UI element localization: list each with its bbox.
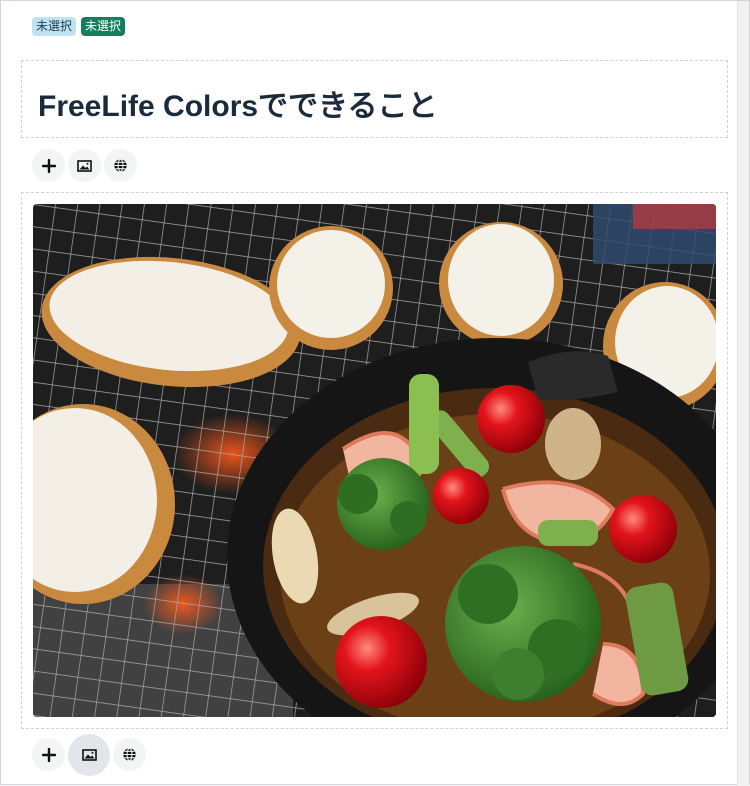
add-embed-button[interactable] — [113, 738, 146, 771]
image-block[interactable] — [21, 192, 728, 729]
editor-frame: 未選択 未選択 FreeLife Colorsでできること — [0, 0, 750, 786]
add-embed-button[interactable] — [104, 149, 137, 182]
globe-icon — [114, 158, 127, 173]
add-image-button[interactable] — [68, 734, 110, 776]
page-title[interactable]: FreeLife Colorsでできること — [38, 81, 437, 125]
image-icon — [81, 749, 97, 761]
block-toolbar-top — [32, 149, 137, 182]
heading-block[interactable]: FreeLife Colorsでできること — [21, 60, 728, 138]
plus-icon — [41, 158, 56, 173]
food-photo[interactable] — [33, 204, 716, 717]
status-badge-dark[interactable]: 未選択 — [81, 17, 126, 36]
status-badge-light[interactable]: 未選択 — [32, 17, 77, 36]
add-block-button[interactable] — [32, 738, 65, 771]
scrollbar[interactable] — [737, 1, 749, 786]
plus-icon — [41, 747, 56, 762]
image-icon — [77, 159, 92, 172]
food-photo-illustration — [33, 204, 716, 717]
block-toolbar-bottom — [32, 734, 146, 776]
add-block-button[interactable] — [32, 149, 65, 182]
globe-icon — [123, 747, 136, 762]
status-badges: 未選択 未選択 — [32, 17, 126, 36]
add-image-button[interactable] — [68, 149, 101, 182]
